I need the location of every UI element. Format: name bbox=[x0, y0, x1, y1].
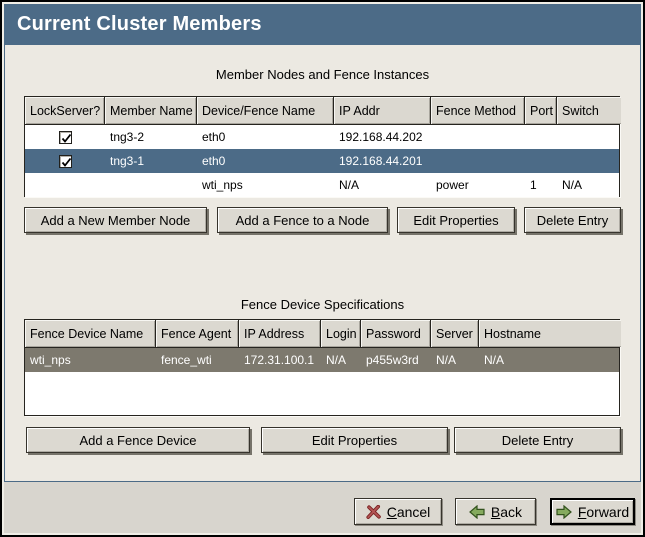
member-row-tng3-2[interactable]: tng3-2 eth0 192.168.44.202 bbox=[25, 125, 619, 149]
cell-device: eth0 bbox=[197, 149, 334, 173]
member-table-caption: Member Nodes and Fence Instances bbox=[5, 67, 640, 82]
delete-entry-button[interactable]: Delete Entry bbox=[454, 427, 621, 453]
cancel-button[interactable]: Cancel bbox=[354, 498, 442, 525]
column-header-ip-addr[interactable]: IP Addr bbox=[334, 97, 431, 124]
dialog-window: Current Cluster Members Member Nodes and… bbox=[0, 0, 645, 537]
cell-hostname: N/A bbox=[479, 348, 621, 372]
cell-server: N/A bbox=[431, 348, 479, 372]
forward-button[interactable]: Forward bbox=[550, 498, 635, 525]
cell-fence-method: power bbox=[431, 173, 525, 197]
lockserver-checkbox[interactable] bbox=[59, 131, 72, 144]
delete-entry-button[interactable]: Delete Entry bbox=[524, 207, 621, 233]
cell-ip: 192.168.44.202 bbox=[334, 125, 431, 149]
cell-switch bbox=[557, 125, 621, 149]
edit-properties-button[interactable]: Edit Properties bbox=[397, 207, 515, 233]
cell-switch bbox=[557, 149, 621, 173]
column-header-server[interactable]: Server bbox=[431, 320, 479, 347]
add-fence-device-button[interactable]: Add a Fence Device bbox=[26, 427, 250, 453]
add-fence-to-node-button[interactable]: Add a Fence to a Node bbox=[217, 207, 388, 233]
lockserver-checkbox[interactable] bbox=[59, 155, 72, 168]
member-button-row: Add a New Member Node Add a Fence to a N… bbox=[5, 207, 640, 234]
action-area: Cancel Back Forward bbox=[4, 482, 641, 533]
cell-fence-agent: fence_wti bbox=[156, 348, 239, 372]
cell-port bbox=[525, 149, 557, 173]
member-table-header: LockServer? Member Name Device/Fence Nam… bbox=[25, 97, 619, 125]
check-icon bbox=[60, 132, 73, 145]
cell-fence-device-name: wti_nps bbox=[25, 348, 156, 372]
cell-password: p455w3rd bbox=[361, 348, 431, 372]
column-header-fence-method[interactable]: Fence Method bbox=[431, 97, 525, 124]
member-table: LockServer? Member Name Device/Fence Nam… bbox=[24, 96, 620, 197]
member-row-tng3-1[interactable]: tng3-1 eth0 192.168.44.201 bbox=[25, 149, 619, 173]
column-header-fence-device-name[interactable]: Fence Device Name bbox=[25, 320, 156, 347]
main-content: Member Nodes and Fence Instances LockSer… bbox=[4, 45, 641, 482]
cell-member-name bbox=[105, 173, 197, 197]
column-header-ip-address[interactable]: IP Address bbox=[239, 320, 321, 347]
cell-port bbox=[525, 125, 557, 149]
check-icon bbox=[60, 156, 73, 169]
cell-fence-method bbox=[431, 125, 525, 149]
cell-ip: N/A bbox=[334, 173, 431, 197]
forward-label: Forward bbox=[578, 504, 629, 520]
column-header-lockserver[interactable]: LockServer? bbox=[25, 97, 105, 124]
cell-fence-method bbox=[431, 149, 525, 173]
cell-login: N/A bbox=[321, 348, 361, 372]
fence-table-caption: Fence Device Specifications bbox=[5, 297, 640, 312]
cell-ip-address: 172.31.100.1 bbox=[239, 348, 321, 372]
fence-table-header: Fence Device Name Fence Agent IP Address… bbox=[25, 320, 619, 348]
column-header-login[interactable]: Login bbox=[321, 320, 361, 347]
back-arrow-icon bbox=[469, 505, 485, 519]
cell-ip: 192.168.44.201 bbox=[334, 149, 431, 173]
fence-device-table: Fence Device Name Fence Agent IP Address… bbox=[24, 319, 620, 416]
column-header-fence-agent[interactable]: Fence Agent bbox=[156, 320, 239, 347]
cell-member-name: tng3-2 bbox=[105, 125, 197, 149]
dialog-title: Current Cluster Members bbox=[17, 13, 262, 36]
fence-device-row-wti-nps[interactable]: wti_nps fence_wti 172.31.100.1 N/A p455w… bbox=[25, 348, 619, 372]
cell-device: eth0 bbox=[197, 125, 334, 149]
column-header-port[interactable]: Port bbox=[525, 97, 557, 124]
forward-arrow-icon bbox=[556, 505, 572, 519]
cancel-label: Cancel bbox=[387, 504, 431, 520]
column-header-switch[interactable]: Switch bbox=[557, 97, 621, 124]
member-row-wti-nps[interactable]: wti_nps N/A power 1 N/A bbox=[25, 173, 619, 197]
cell-port: 1 bbox=[525, 173, 557, 197]
edit-properties-button[interactable]: Edit Properties bbox=[261, 427, 448, 453]
back-button[interactable]: Back bbox=[455, 498, 536, 525]
cell-member-name: tng3-1 bbox=[105, 149, 197, 173]
add-member-node-button[interactable]: Add a New Member Node bbox=[24, 207, 207, 233]
fence-button-row: Add a Fence Device Edit Properties Delet… bbox=[5, 427, 640, 454]
dialog-chrome: Current Cluster Members Member Nodes and… bbox=[2, 2, 643, 535]
title-bar: Current Cluster Members bbox=[4, 4, 641, 45]
column-header-device-fence[interactable]: Device/Fence Name bbox=[197, 97, 334, 124]
cancel-x-icon bbox=[366, 505, 381, 519]
column-header-password[interactable]: Password bbox=[361, 320, 431, 347]
cell-switch: N/A bbox=[557, 173, 621, 197]
column-header-hostname[interactable]: Hostname bbox=[479, 320, 621, 347]
back-label: Back bbox=[491, 504, 522, 520]
cell-device: wti_nps bbox=[197, 173, 334, 197]
column-header-member-name[interactable]: Member Name bbox=[105, 97, 197, 124]
